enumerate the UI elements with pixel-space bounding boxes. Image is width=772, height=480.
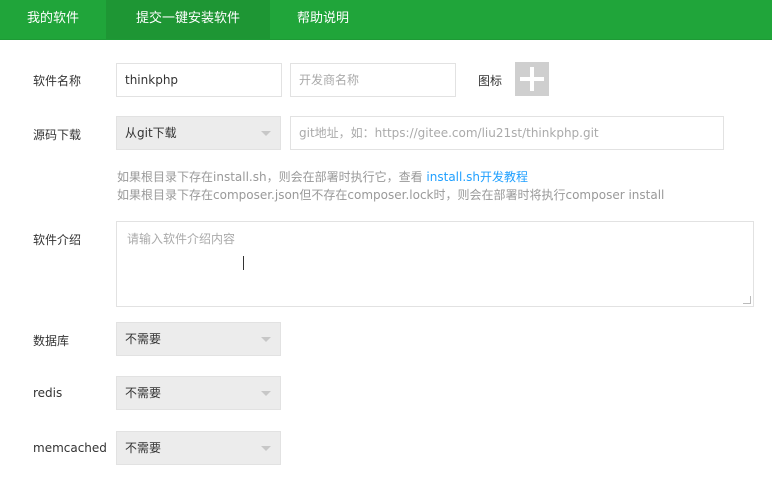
text-cursor [243, 256, 244, 270]
redis-label: redis [33, 386, 63, 400]
database-label: 数据库 [33, 334, 70, 348]
memcached-label: memcached [33, 441, 107, 455]
vendor-name-input[interactable]: 开发商名称 [290, 63, 456, 97]
install-tip: 如果根目录下存在install.sh，则会在部署时执行它，查看 install.… [117, 168, 528, 185]
database-select[interactable]: 不需要 [116, 322, 281, 356]
caret-down-icon [261, 131, 271, 136]
composer-tip: 如果根目录下存在composer.json但不存在composer.lock时，… [117, 188, 665, 202]
plus-icon-vertical [530, 67, 534, 91]
caret-down-icon [261, 337, 271, 342]
resize-handle-icon[interactable] [743, 296, 751, 304]
source-select-value: 从git下载 [125, 126, 177, 140]
caret-down-icon [261, 391, 271, 396]
upload-icon-button[interactable] [515, 62, 549, 96]
software-name-label: 软件名称 [33, 74, 82, 88]
tab-help[interactable]: 帮助说明 [270, 0, 376, 39]
intro-label: 软件介绍 [33, 233, 82, 247]
install-tip-text: 如果根目录下存在install.sh，则会在部署时执行它，查看 [117, 170, 423, 184]
source-select[interactable]: 从git下载 [116, 116, 281, 150]
git-url-input[interactable]: git地址，如：https://gitee.com/liu21st/thinkp… [290, 116, 724, 150]
caret-down-icon [261, 446, 271, 451]
database-select-value: 不需要 [125, 332, 162, 346]
icon-label: 图标 [478, 74, 503, 88]
software-name-input[interactable]: thinkphp [116, 63, 282, 97]
tab-my-software[interactable]: 我的软件 [0, 0, 106, 39]
top-tab-bar: 我的软件 提交一键安装软件 帮助说明 [0, 0, 772, 40]
intro-placeholder: 请输入软件介绍内容 [127, 232, 236, 246]
redis-select[interactable]: 不需要 [116, 376, 281, 410]
memcached-select[interactable]: 不需要 [116, 431, 281, 465]
tab-submit-software[interactable]: 提交一键安装软件 [106, 0, 270, 39]
memcached-select-value: 不需要 [125, 441, 162, 455]
intro-textarea[interactable]: 请输入软件介绍内容 [116, 221, 754, 307]
redis-select-value: 不需要 [125, 386, 162, 400]
install-tutorial-link[interactable]: install.sh开发教程 [426, 170, 528, 184]
source-label: 源码下载 [33, 128, 82, 142]
